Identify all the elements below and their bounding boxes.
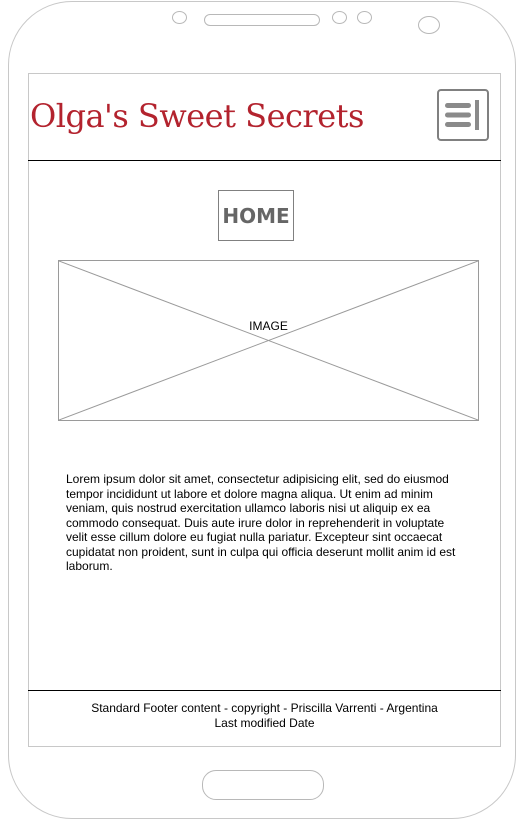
hamburger-menu-icon	[445, 100, 479, 130]
light-sensor-icon	[357, 11, 372, 24]
image-placeholder-label: IMAGE	[249, 319, 288, 333]
speaker-grille	[204, 14, 320, 26]
hamburger-menu-button[interactable]	[437, 89, 489, 141]
phone-mockup: Olga's Sweet Secrets HOME IMAGE Lorem ip…	[0, 0, 519, 822]
front-sensor-icon	[172, 11, 187, 24]
proximity-sensor-icon	[332, 11, 347, 24]
phone-home-button	[202, 770, 324, 800]
front-camera-icon	[418, 16, 440, 34]
site-title[interactable]: Olga's Sweet Secrets	[30, 96, 364, 136]
footer-copyright: Standard Footer content - copyright - Pr…	[91, 701, 438, 715]
image-placeholder-cross-icon	[59, 261, 478, 420]
footer-last-modified: Last modified Date	[214, 716, 315, 730]
hero-image-placeholder: IMAGE	[58, 260, 479, 421]
body-paragraph: Lorem ipsum dolor sit amet, consectetur …	[66, 472, 456, 573]
home-nav-button[interactable]: HOME	[218, 190, 294, 241]
footer: Standard Footer content - copyright - Pr…	[28, 701, 501, 731]
header-divider	[28, 160, 501, 161]
footer-divider	[28, 690, 501, 691]
